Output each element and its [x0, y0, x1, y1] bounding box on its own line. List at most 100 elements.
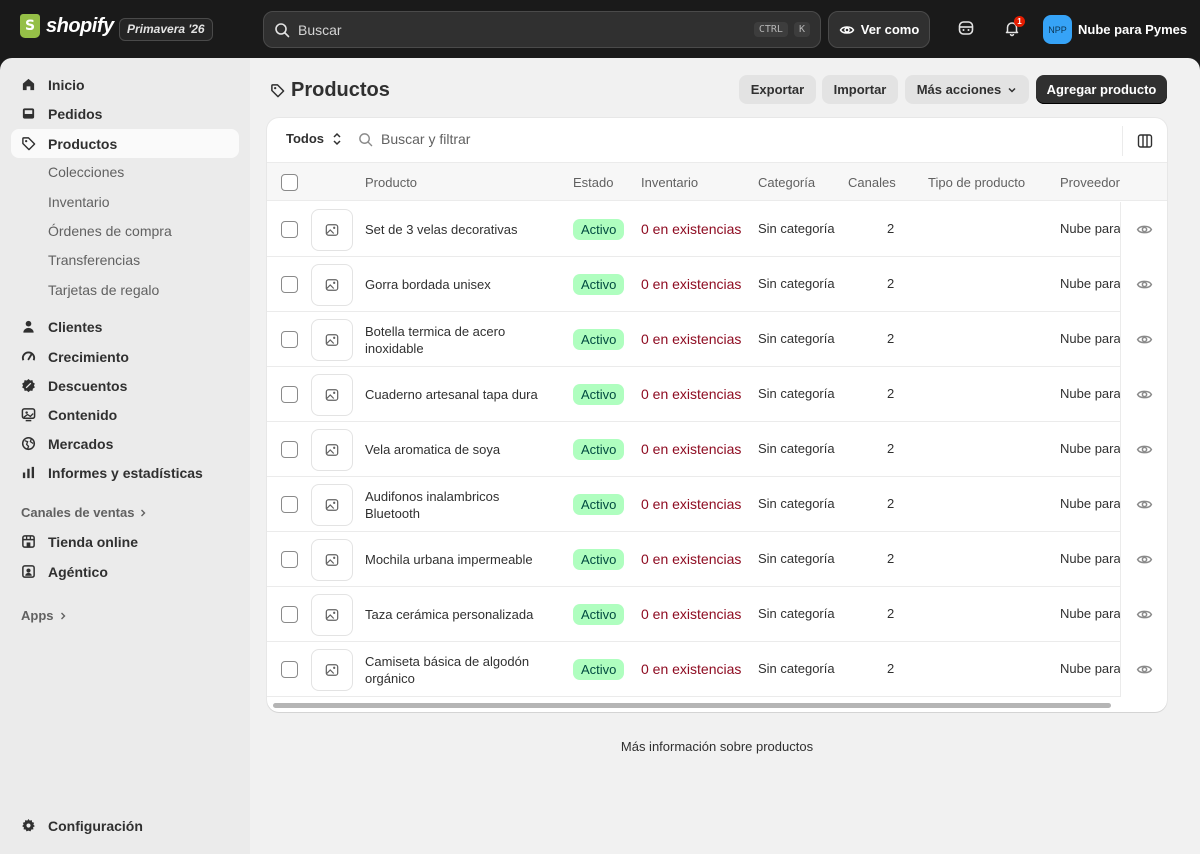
preview-button[interactable] — [1120, 202, 1167, 257]
product-thumbnail[interactable] — [311, 319, 353, 361]
import-button[interactable]: Importar — [822, 75, 898, 104]
row-checkbox[interactable] — [281, 551, 298, 568]
product-name[interactable]: Taza cerámica personalizada — [365, 606, 550, 623]
table-row[interactable]: Audifonos inalambricos Bluetooth Activo … — [267, 477, 1167, 532]
preview-button[interactable] — [1120, 477, 1167, 532]
search-filter-input[interactable]: Buscar y filtrar — [358, 131, 470, 147]
chevron-down-icon — [1008, 87, 1016, 93]
view-as-button[interactable]: Ver como — [828, 11, 930, 48]
preview-button[interactable] — [1120, 532, 1167, 587]
sales-channels-label: Canales de ventas — [21, 505, 135, 520]
column-header-categoria[interactable]: Categoría — [758, 175, 815, 190]
column-settings-button[interactable] — [1122, 126, 1166, 156]
shopify-logo[interactable]: shopify — [20, 14, 114, 38]
column-header-producto[interactable]: Producto — [365, 175, 417, 190]
horizontal-scrollbar[interactable] — [273, 703, 1111, 708]
column-header-estado[interactable]: Estado — [573, 175, 613, 190]
product-thumbnail[interactable] — [311, 209, 353, 251]
preview-button[interactable] — [1120, 257, 1167, 312]
sidebar-item-crecimiento[interactable]: Crecimiento — [11, 342, 239, 371]
inventory-text: 0 en existencias — [641, 551, 742, 567]
learn-more-link[interactable]: Más información sobre productos — [250, 739, 1184, 754]
product-name[interactable]: Botella termica de acero inoxidable — [365, 323, 550, 357]
column-header-canales[interactable]: Canales — [848, 175, 896, 190]
column-header-tipo[interactable]: Tipo de producto — [928, 175, 1025, 190]
sidebar-subitem-colecciones[interactable]: Colecciones — [48, 161, 124, 183]
sidekick-button[interactable] — [955, 17, 977, 39]
table-row[interactable]: Camiseta básica de algodón orgánico Acti… — [267, 642, 1167, 697]
preview-button[interactable] — [1120, 587, 1167, 642]
column-header-proveedor[interactable]: Proveedor — [1060, 175, 1120, 190]
sidebar-subitem-tarjetas-de-regalo[interactable]: Tarjetas de regalo — [48, 279, 159, 301]
product-name[interactable]: Mochila urbana impermeable — [365, 551, 550, 568]
sidebar-item-pedidos[interactable]: Pedidos — [11, 99, 239, 128]
row-checkbox[interactable] — [281, 606, 298, 623]
product-thumbnail[interactable] — [311, 649, 353, 691]
category-text: Sin categoría — [758, 551, 835, 566]
row-checkbox[interactable] — [281, 441, 298, 458]
row-checkbox[interactable] — [281, 386, 298, 403]
product-thumbnail[interactable] — [311, 429, 353, 471]
row-checkbox[interactable] — [281, 661, 298, 678]
sidebar-subitem-inventario[interactable]: Inventario — [48, 191, 109, 213]
sidebar-item-contenido[interactable]: Contenido — [11, 400, 239, 429]
more-actions-button[interactable]: Más acciones — [905, 75, 1029, 104]
row-checkbox[interactable] — [281, 221, 298, 238]
column-header-inventario[interactable]: Inventario — [641, 175, 698, 190]
sales-channels-heading[interactable]: Canales de ventas — [21, 505, 148, 520]
table-row[interactable]: Set de 3 velas decorativas Activo 0 en e… — [267, 202, 1167, 257]
preview-button[interactable] — [1120, 642, 1167, 697]
image-placeholder-icon — [325, 224, 339, 236]
image-placeholder-icon — [325, 664, 339, 676]
product-thumbnail[interactable] — [311, 594, 353, 636]
sidebar-item-label: Configuración — [48, 817, 143, 834]
sidebar-item-mercados[interactable]: Mercados — [11, 429, 239, 458]
add-product-button[interactable]: Agregar producto — [1036, 75, 1167, 104]
sidebar-subitem-transferencias[interactable]: Transferencias — [48, 249, 140, 271]
product-name[interactable]: Vela aromatica de soya — [365, 441, 550, 458]
eye-icon — [1136, 500, 1152, 509]
sidebar-item-informes[interactable]: Informes y estadísticas — [11, 458, 239, 487]
sidebar-item-tienda-online[interactable]: Tienda online — [11, 527, 239, 556]
channels-count: 2 — [887, 441, 895, 456]
row-checkbox[interactable] — [281, 496, 298, 513]
sidebar-item-productos[interactable]: Productos — [11, 129, 239, 158]
table-row[interactable]: Gorra bordada unisex Activo 0 en existen… — [267, 257, 1167, 312]
store-menu-button[interactable]: NPP Nube para Pymes — [1043, 15, 1187, 44]
sidebar-item-clientes[interactable]: Clientes — [11, 312, 239, 341]
vendor-text: Nube para Pymes — [1060, 661, 1120, 676]
product-thumbnail[interactable] — [311, 484, 353, 526]
product-name[interactable]: Cuaderno artesanal tapa dura — [365, 386, 550, 403]
product-name[interactable]: Set de 3 velas decorativas — [365, 221, 550, 238]
select-all-checkbox[interactable] — [281, 174, 298, 191]
sidebar-item-inicio[interactable]: Inicio — [11, 70, 239, 99]
preview-button[interactable] — [1120, 422, 1167, 477]
global-search-input[interactable]: Buscar CTRL K — [263, 11, 821, 48]
image-placeholder-icon — [325, 334, 339, 346]
apps-heading[interactable]: Apps — [21, 608, 68, 623]
chart-icon — [22, 466, 35, 479]
sidebar-subitem-ordenes-de-compra[interactable]: Órdenes de compra — [48, 220, 172, 242]
table-row[interactable]: Taza cerámica personalizada Activo 0 en … — [267, 587, 1167, 642]
sidebar-item-agentico[interactable]: Agéntico — [11, 557, 239, 586]
sidebar-item-label: Inicio — [48, 76, 85, 93]
product-thumbnail[interactable] — [311, 539, 353, 581]
export-button[interactable]: Exportar — [739, 75, 816, 104]
table-row[interactable]: Mochila urbana impermeable Activo 0 en e… — [267, 532, 1167, 587]
table-row[interactable]: Botella termica de acero inoxidable Acti… — [267, 312, 1167, 367]
sidebar-item-descuentos[interactable]: Descuentos — [11, 371, 239, 400]
sidebar-item-configuracion[interactable]: Configuración — [11, 811, 239, 840]
table-row[interactable]: Vela aromatica de soya Activo 0 en exist… — [267, 422, 1167, 477]
view-selector-all[interactable]: Todos — [286, 131, 342, 146]
row-checkbox[interactable] — [281, 331, 298, 348]
edition-badge[interactable]: Primavera '26 — [119, 18, 213, 41]
product-name[interactable]: Gorra bordada unisex — [365, 276, 550, 293]
product-name[interactable]: Audifonos inalambricos Bluetooth — [365, 488, 550, 522]
product-name[interactable]: Camiseta básica de algodón orgánico — [365, 653, 550, 687]
product-thumbnail[interactable] — [311, 264, 353, 306]
product-thumbnail[interactable] — [311, 374, 353, 416]
preview-button[interactable] — [1120, 367, 1167, 422]
table-row[interactable]: Cuaderno artesanal tapa dura Activo 0 en… — [267, 367, 1167, 422]
preview-button[interactable] — [1120, 312, 1167, 367]
row-checkbox[interactable] — [281, 276, 298, 293]
